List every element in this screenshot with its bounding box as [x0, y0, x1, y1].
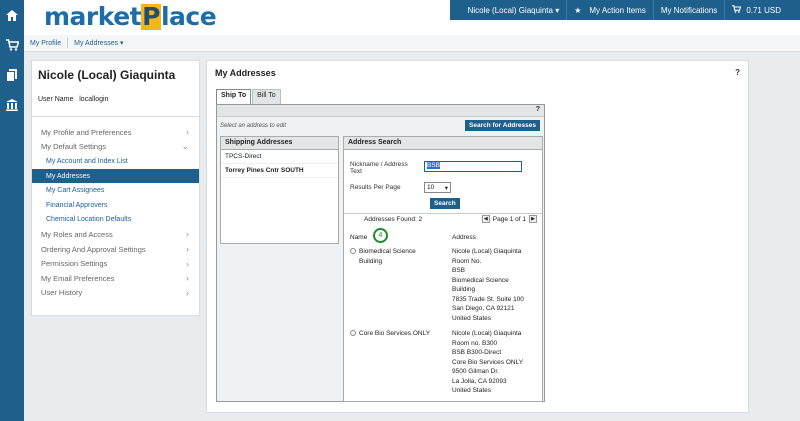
- nickname-search-input[interactable]: BSB: [424, 161, 522, 172]
- sidebar-item-financial-approvers[interactable]: Financial Approvers: [32, 198, 199, 213]
- main-content: My Addresses ? Ship To Bill To ? Select …: [206, 60, 749, 413]
- prev-page-button[interactable]: ◀: [481, 215, 490, 223]
- app-header: marketPlace Nicole (Local) Giaquinta ▾ ★…: [24, 0, 800, 35]
- chevron-right-icon: ›: [186, 229, 189, 240]
- caret-down-icon: ▾: [120, 40, 124, 47]
- sidebar-item-my-roles-and-access[interactable]: My Roles and Access ›: [32, 227, 199, 242]
- chevron-right-icon: ›: [186, 258, 189, 269]
- divider: [32, 116, 199, 117]
- sidebar-item-label: My Cart Assignees: [46, 187, 105, 195]
- result-radio-1[interactable]: Biomedical Science Building: [350, 247, 445, 266]
- list-item[interactable]: Torrey Pines Cntr SOUTH: [221, 164, 338, 178]
- sidebar-item-label: Ordering And Approval Settings: [41, 244, 146, 254]
- profile-menu: My Profile and Preferences › My Default Se…: [32, 125, 199, 300]
- sidebar-item-user-history[interactable]: User History ›: [32, 286, 199, 301]
- breadcrumb: My Profile My Addresses ▾: [24, 35, 800, 52]
- chevron-right-icon: ›: [186, 127, 189, 138]
- chevron-right-icon: ›: [186, 287, 189, 298]
- radio-button[interactable]: [350, 248, 356, 254]
- cart-icon: [732, 5, 742, 15]
- ship-to-panel: ? Select an address to edit Search for A…: [216, 104, 545, 402]
- radio-button[interactable]: [350, 330, 356, 336]
- sidebar-item-label: My Account and Index List: [46, 157, 128, 165]
- username-row: User Name locallogin: [38, 96, 109, 103]
- profile-sidebar: Nicole (Local) Giaquinta User Name local…: [31, 60, 200, 316]
- star-icon: ★: [574, 5, 582, 15]
- top-bar: Nicole (Local) Giaquinta ▾ ★ My Action I…: [449, 0, 800, 20]
- result-address-1: Nicole (Local) Giaquinta Room No. BSB Bi…: [452, 248, 524, 322]
- sidebar-item-label: Chemical Location Defaults: [46, 216, 132, 224]
- address-search-header: Address Search: [344, 137, 542, 150]
- sidebar-item-chemical-location-defaults[interactable]: Chemical Location Defaults: [32, 213, 199, 228]
- sidebar-item-label: Financial Approvers: [46, 201, 108, 209]
- sidebar-item-my-addresses[interactable]: My Addresses: [32, 168, 199, 184]
- action-items-link[interactable]: ★ My Action Items: [566, 0, 653, 20]
- chevron-right-icon: ›: [186, 244, 189, 255]
- help-icon[interactable]: ?: [735, 68, 740, 77]
- tab-bill-to[interactable]: Bill To: [252, 89, 281, 104]
- sidebar-item-label: Permission Settings: [41, 259, 108, 269]
- breadcrumb-my-profile[interactable]: My Profile: [24, 40, 67, 47]
- cart-icon[interactable]: [5, 38, 19, 52]
- user-menu[interactable]: Nicole (Local) Giaquinta ▾: [450, 0, 567, 20]
- sidebar-item-label: My Default Settings: [41, 142, 107, 152]
- documents-icon[interactable]: [5, 68, 19, 82]
- list-item[interactable]: TPCS-Direct: [221, 150, 338, 164]
- result-address-2: Nicole (Local) Giaquinta Room no. B300 B…: [452, 330, 524, 394]
- sidebar-item-permission-settings[interactable]: Permission Settings ›: [32, 256, 199, 271]
- sidebar-item-my-cart-assignees[interactable]: My Cart Assignees: [32, 183, 199, 198]
- address-tabs: Ship To Bill To: [216, 89, 282, 104]
- sidebar-item-ordering-and-approval-settings[interactable]: Ordering And Approval Settings ›: [32, 242, 199, 257]
- sidebar-item-label: My Profile and Preferences: [41, 127, 132, 137]
- shipping-addresses-list: Shipping Addresses TPCS-Direct Torrey Pi…: [220, 136, 339, 244]
- search-button[interactable]: Search: [430, 198, 460, 209]
- tab-ship-to[interactable]: Ship To: [216, 89, 252, 104]
- sidebar-item-my-profile-and-preferences[interactable]: My Profile and Preferences ›: [32, 125, 199, 140]
- notifications-link[interactable]: My Notifications: [652, 0, 724, 20]
- sidebar-item-label: My Email Preferences: [41, 273, 115, 283]
- sidebar-item-label: My Roles and Access: [41, 229, 113, 239]
- chevron-right-icon: ›: [186, 273, 189, 284]
- chevron-down-icon: ⌄: [181, 141, 189, 152]
- results-per-page-label: Results Per Page: [350, 184, 401, 191]
- next-page-button[interactable]: ▶: [529, 215, 537, 223]
- home-icon[interactable]: [5, 8, 19, 22]
- column-header-address: Address: [452, 234, 476, 241]
- panel-help-icon[interactable]: ?: [536, 106, 540, 113]
- shipping-addresses-header: Shipping Addresses: [221, 137, 338, 150]
- address-search-box: Address Search Nickname / Address Text B…: [343, 136, 543, 402]
- step-number-badge: 4: [373, 228, 388, 243]
- pagination: ◀ Page 1 of 1 ▶: [481, 215, 537, 223]
- institution-icon[interactable]: [5, 98, 19, 112]
- addresses-found-count: Addresses Found: 2: [364, 216, 423, 223]
- column-header-name: Name: [350, 234, 368, 241]
- page-indicator: Page 1 of 1: [492, 215, 526, 223]
- page-title: My Addresses: [215, 68, 276, 78]
- sidebar-item-my-default-settings[interactable]: My Default Settings ⌄: [32, 140, 199, 155]
- sidebar-item-my-account-and-index-list[interactable]: My Account and Index List: [32, 154, 199, 169]
- sidebar-item-label: My Addresses: [46, 172, 90, 180]
- cart-total[interactable]: 0.71 USD: [724, 0, 788, 20]
- result-radio-2[interactable]: Core Bio Services ONLY: [350, 329, 445, 339]
- sidebar-item-label: User History: [41, 288, 83, 298]
- breadcrumb-my-addresses[interactable]: My Addresses ▾: [68, 39, 129, 47]
- results-per-page-select[interactable]: 10 ▾: [424, 182, 451, 193]
- left-nav-rail: [0, 0, 24, 421]
- marketplace-logo[interactable]: marketPlace: [44, 2, 217, 32]
- caret-down-icon: ▾: [555, 5, 560, 15]
- divider: [344, 213, 542, 214]
- search-for-addresses-button[interactable]: Search for Addresses: [465, 120, 540, 131]
- sidebar-item-my-email-preferences[interactable]: My Email Preferences ›: [32, 271, 199, 286]
- caret-down-icon: ▾: [444, 184, 448, 192]
- panel-toolbar: ?: [217, 105, 544, 117]
- user-full-name: Nicole (Local) Giaquinta: [38, 68, 176, 82]
- nickname-label: Nickname / Address Text: [350, 161, 408, 175]
